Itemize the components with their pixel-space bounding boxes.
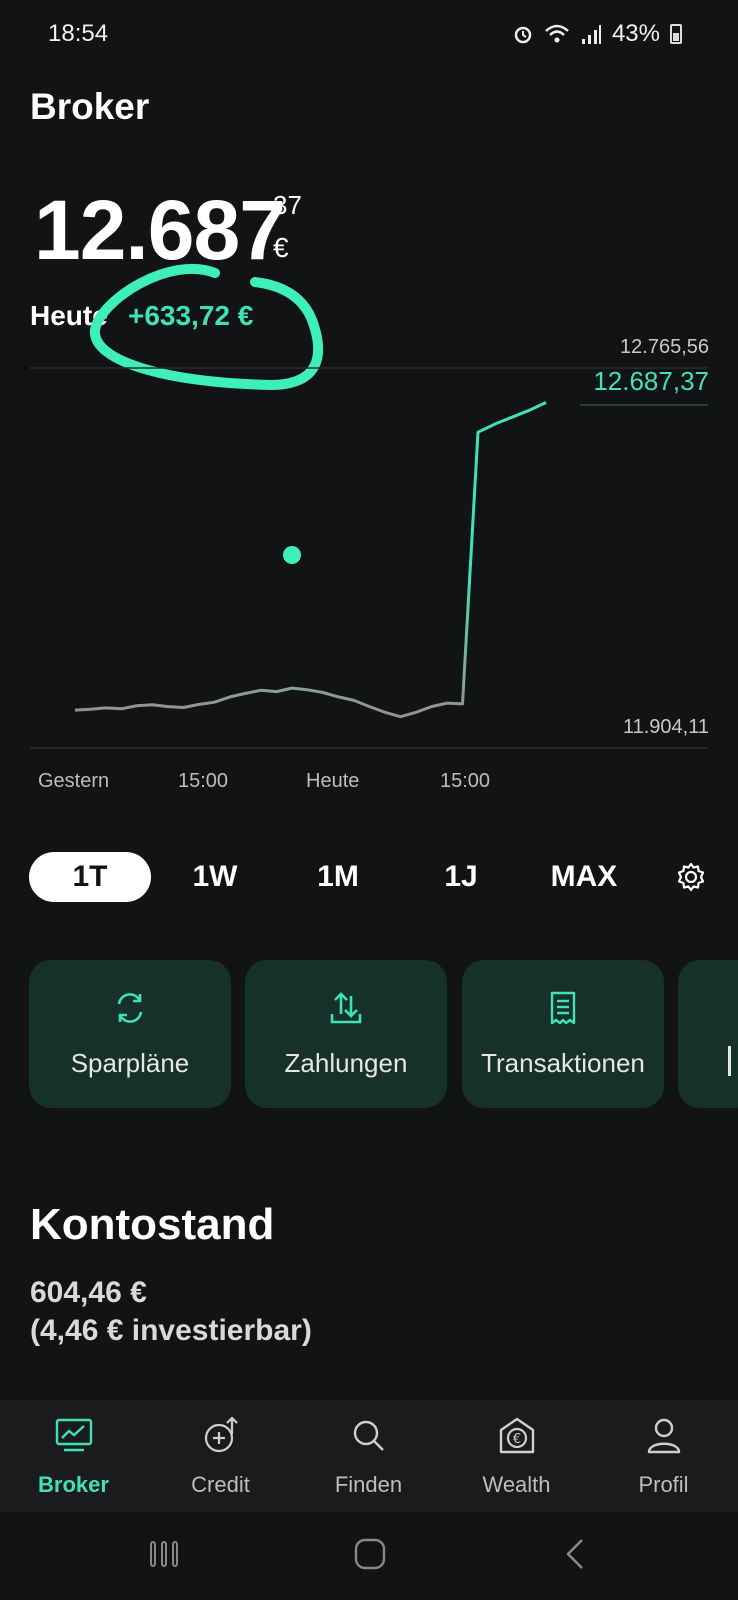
kontostand-value: 604,46 € [30,1276,147,1309]
credit-icon [204,1416,238,1453]
x-tick-label: Heute [306,770,360,792]
status-time: 18:54 [48,20,109,47]
gear-icon[interactable] [676,862,706,892]
chart-series-line [74,401,547,719]
svg-text:€: € [512,1432,520,1447]
kontostand-investable: (4,46 € investierbar) [30,1314,312,1347]
nav-credit[interactable]: Credit [147,1400,294,1512]
kontostand-title: Kontostand [30,1200,275,1249]
back-icon[interactable] [562,1536,588,1572]
price-chart[interactable] [0,350,738,760]
card-label: Zahlungen [284,1048,408,1078]
alarm-icon [514,26,532,44]
profile-icon [647,1418,680,1454]
nav-label: Credit [191,1472,250,1497]
nav-label: Wealth [482,1472,551,1497]
status-icons: 43% [512,20,682,48]
page-title: Broker [30,86,150,127]
receipt-icon [550,991,576,1025]
nav-profil[interactable]: Profil [590,1400,737,1512]
battery-percent: 43% [611,20,660,47]
nav-wealth[interactable]: € Wealth [443,1400,590,1512]
x-tick-label: 15:00 [440,770,491,792]
range-tab-1j[interactable]: 1J [406,852,516,902]
battery-icon [670,24,682,44]
chart-highlight-dot [283,546,301,564]
zahlungen-card[interactable]: Zahlungen [245,960,447,1108]
system-nav-bar [0,1512,738,1600]
x-tick-label: 15:00 [178,770,229,792]
nav-label: Profil [638,1472,689,1497]
nav-label: Broker [38,1472,109,1497]
partial-card-text [728,1046,731,1076]
signal-icon [581,25,601,44]
transfer-icon [330,992,362,1024]
range-tab-1m[interactable]: 1M [283,852,393,902]
wifi-icon [545,24,569,43]
range-tab-1t[interactable]: 1T [29,852,151,902]
bottom-nav: Broker Credit Finden € Wealth Profil [0,1400,738,1512]
card-label: Transaktionen [481,1048,645,1078]
search-icon [353,1420,384,1451]
sparplaene-card[interactable]: Sparpläne [29,960,231,1108]
nav-broker[interactable]: Broker [0,1400,147,1512]
range-tab-1w[interactable]: 1W [160,852,270,902]
more-card-partial[interactable] [678,960,738,1108]
nav-finden[interactable]: Finden [295,1400,442,1512]
recent-apps-icon[interactable] [148,1538,180,1570]
nav-label: Finden [334,1472,403,1497]
x-tick-label: Gestern [38,770,110,792]
portfolio-value-cents: 37 [273,190,302,220]
transaktionen-card[interactable]: Transaktionen [462,960,664,1108]
refresh-icon [117,993,143,1023]
wealth-icon: € [499,1417,534,1454]
range-tab-max[interactable]: MAX [529,852,639,902]
home-icon[interactable] [352,1536,388,1572]
card-label: Sparpläne [70,1048,190,1078]
chart-screen-icon [55,1418,92,1452]
